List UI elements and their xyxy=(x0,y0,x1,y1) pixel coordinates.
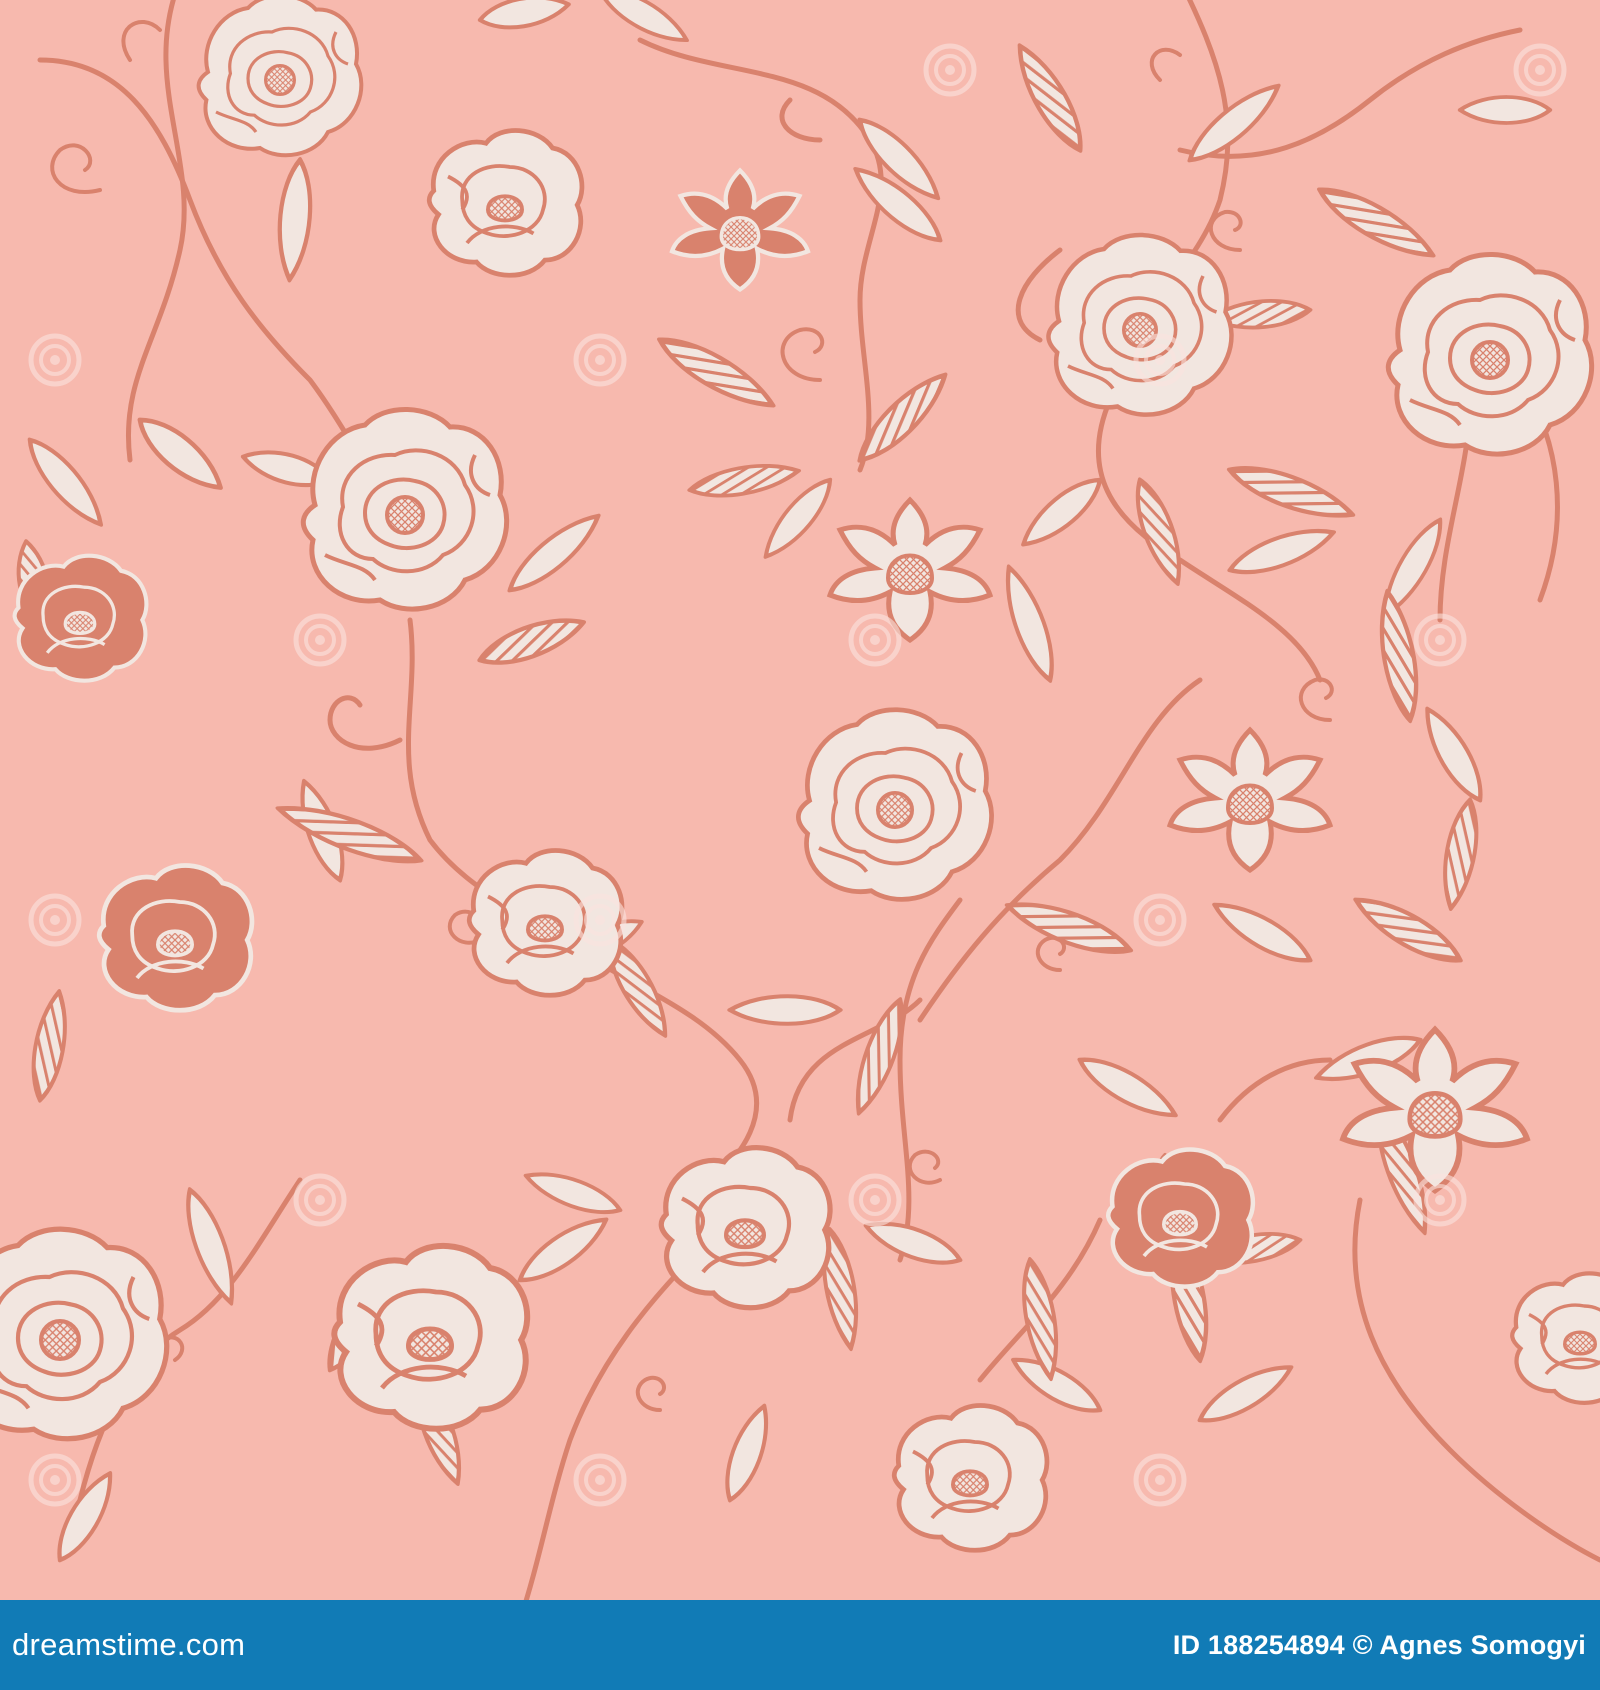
floral-pattern xyxy=(0,0,1600,1600)
site-name: dreamstime.com xyxy=(12,1627,246,1662)
stock-footer-bar: dreamstime.com ID 188254894 © Agnes Somo… xyxy=(0,1600,1600,1690)
image-id-credit: ID 188254894 © Agnes Somogyi xyxy=(1172,1629,1586,1660)
